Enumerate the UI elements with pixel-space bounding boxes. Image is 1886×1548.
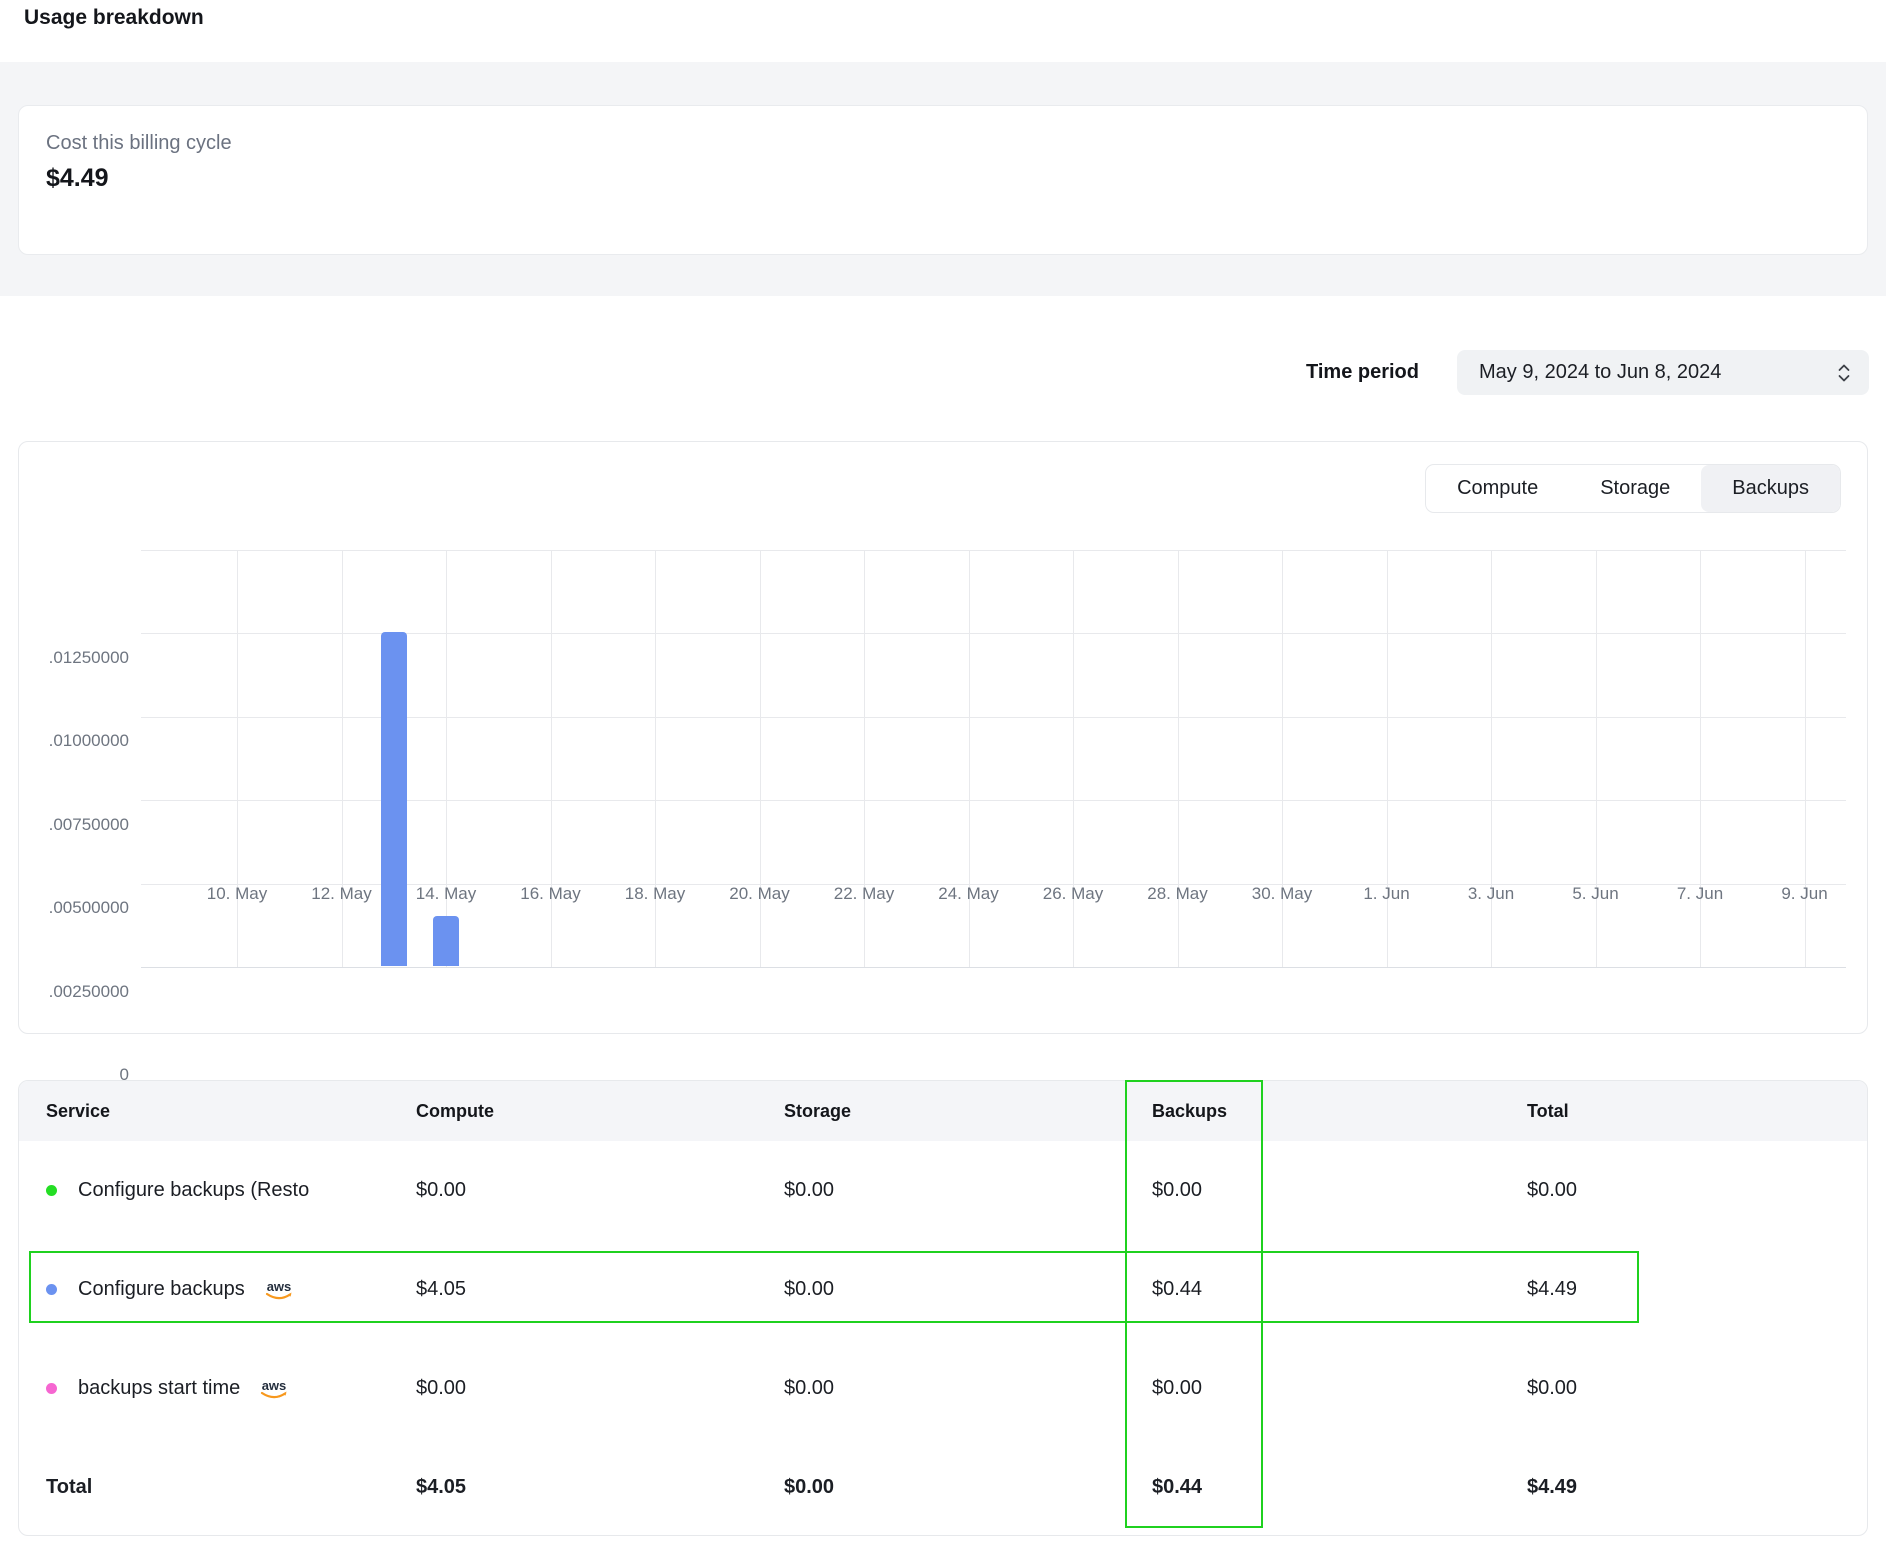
gridline	[551, 550, 552, 967]
table-row: backups start time aws $0.00 $0.00 $0.00…	[19, 1339, 1867, 1438]
column-header-compute: Compute	[416, 1101, 784, 1122]
tab-backups[interactable]: Backups	[1701, 465, 1840, 512]
gridline	[1282, 550, 1283, 967]
x-tick-label: 14. May	[416, 884, 476, 904]
compute-cost: $0.00	[416, 1179, 784, 1202]
backups-cost: $0.44	[1152, 1278, 1527, 1301]
x-tick-label: 16. May	[520, 884, 580, 904]
y-tick-label: .00750000	[49, 815, 129, 835]
gridline	[1700, 550, 1701, 967]
billing-cost-label: Cost this billing cycle	[46, 128, 1867, 158]
gridline	[141, 967, 1846, 968]
chart-metric-tabs: Compute Storage Backups	[1425, 464, 1841, 513]
service-name: Configure backups	[78, 1278, 245, 1301]
storage-cost: $0.00	[784, 1377, 1152, 1400]
svg-text:aws: aws	[262, 1378, 287, 1393]
gridline	[1073, 550, 1074, 967]
gridline	[969, 550, 970, 967]
storage-cost: $0.00	[784, 1179, 1152, 1202]
y-axis-labels: .01250000.01000000.00750000.00500000.002…	[19, 550, 129, 967]
grand-total: $4.49	[1527, 1476, 1867, 1499]
x-tick-label: 9. Jun	[1781, 884, 1827, 904]
storage-total: $0.00	[784, 1476, 1152, 1499]
billing-cost-card: Cost this billing cycle $4.49	[18, 105, 1868, 255]
billing-cost-value: $4.49	[46, 160, 1867, 196]
column-header-total: Total	[1527, 1101, 1867, 1122]
total-cost: $4.49	[1527, 1278, 1867, 1301]
column-header-service: Service	[46, 1101, 416, 1122]
x-tick-label: 1. Jun	[1363, 884, 1409, 904]
x-tick-label: 20. May	[729, 884, 789, 904]
svg-text:aws: aws	[266, 1279, 291, 1294]
time-period-value: May 9, 2024 to Jun 8, 2024	[1479, 361, 1721, 384]
gridline	[141, 550, 1846, 551]
total-cost: $0.00	[1527, 1179, 1867, 1202]
tab-compute[interactable]: Compute	[1426, 465, 1569, 512]
backups-cost: $0.00	[1152, 1377, 1527, 1400]
x-tick-label: 5. Jun	[1572, 884, 1618, 904]
chart-bar[interactable]	[433, 916, 459, 966]
gridline	[1178, 550, 1179, 967]
backups-cost: $0.00	[1152, 1179, 1527, 1202]
summary-band: Cost this billing cycle $4.49	[0, 62, 1886, 296]
x-tick-label: 28. May	[1147, 884, 1207, 904]
column-header-storage: Storage	[784, 1101, 1152, 1122]
y-tick-label: .00500000	[49, 898, 129, 918]
x-tick-label: 22. May	[834, 884, 894, 904]
time-period-row: Time period May 9, 2024 to Jun 8, 2024	[0, 350, 1869, 395]
gridline	[1387, 550, 1388, 967]
gridline	[1805, 550, 1806, 967]
gridline	[342, 550, 343, 967]
total-row-label: Total	[46, 1476, 416, 1499]
gridline	[237, 550, 238, 967]
table-row: Configure backups (Resto $0.00 $0.00 $0.…	[19, 1141, 1867, 1240]
gridline	[1491, 550, 1492, 967]
compute-cost: $0.00	[416, 1377, 784, 1400]
time-period-select[interactable]: May 9, 2024 to Jun 8, 2024	[1457, 350, 1869, 395]
series-dot	[46, 1383, 57, 1394]
compute-total: $4.05	[416, 1476, 784, 1499]
x-tick-label: 26. May	[1043, 884, 1103, 904]
time-period-label: Time period	[1306, 361, 1419, 384]
x-tick-label: 10. May	[207, 884, 267, 904]
gridline	[760, 550, 761, 967]
y-tick-label: .01250000	[49, 648, 129, 668]
table-total-row: Total $4.05 $0.00 $0.44 $4.49	[19, 1438, 1867, 1537]
x-tick-label: 7. Jun	[1677, 884, 1723, 904]
series-dot	[46, 1284, 57, 1295]
backups-total: $0.44	[1152, 1476, 1527, 1499]
series-dot	[46, 1185, 57, 1196]
aws-icon: aws	[257, 1378, 291, 1404]
usage-chart-card: Compute Storage Backups .01250000 .010000…	[18, 441, 1868, 1034]
service-name: Configure backups (Resto	[78, 1179, 309, 1202]
aws-icon: aws	[262, 1279, 296, 1305]
tab-storage[interactable]: Storage	[1569, 465, 1701, 512]
gridline	[655, 550, 656, 967]
column-header-backups: Backups	[1152, 1101, 1527, 1122]
x-tick-label: 12. May	[311, 884, 371, 904]
service-name: backups start time	[78, 1377, 240, 1400]
gridline	[446, 550, 447, 967]
table-row: Configure backups aws $4.05 $0.00 $0.44 …	[19, 1240, 1867, 1339]
storage-cost: $0.00	[784, 1278, 1152, 1301]
x-tick-label: 18. May	[625, 884, 685, 904]
chart-plot	[141, 550, 1846, 967]
gridline	[1596, 550, 1597, 967]
x-tick-label: 3. Jun	[1468, 884, 1514, 904]
table-header-row: Service Compute Storage Backups Total	[19, 1081, 1867, 1141]
page-title: Usage breakdown	[24, 6, 204, 30]
x-tick-label: 24. May	[938, 884, 998, 904]
usage-table: Service Compute Storage Backups Total Co…	[18, 1080, 1868, 1536]
x-tick-label: 30. May	[1252, 884, 1312, 904]
y-tick-label: .00250000	[49, 982, 129, 1002]
chart-bar[interactable]	[381, 632, 407, 966]
y-tick-label: .01000000	[49, 731, 129, 751]
chevron-updown-icon	[1835, 363, 1853, 383]
gridline	[864, 550, 865, 967]
total-cost: $0.00	[1527, 1377, 1867, 1400]
compute-cost: $4.05	[416, 1278, 784, 1301]
